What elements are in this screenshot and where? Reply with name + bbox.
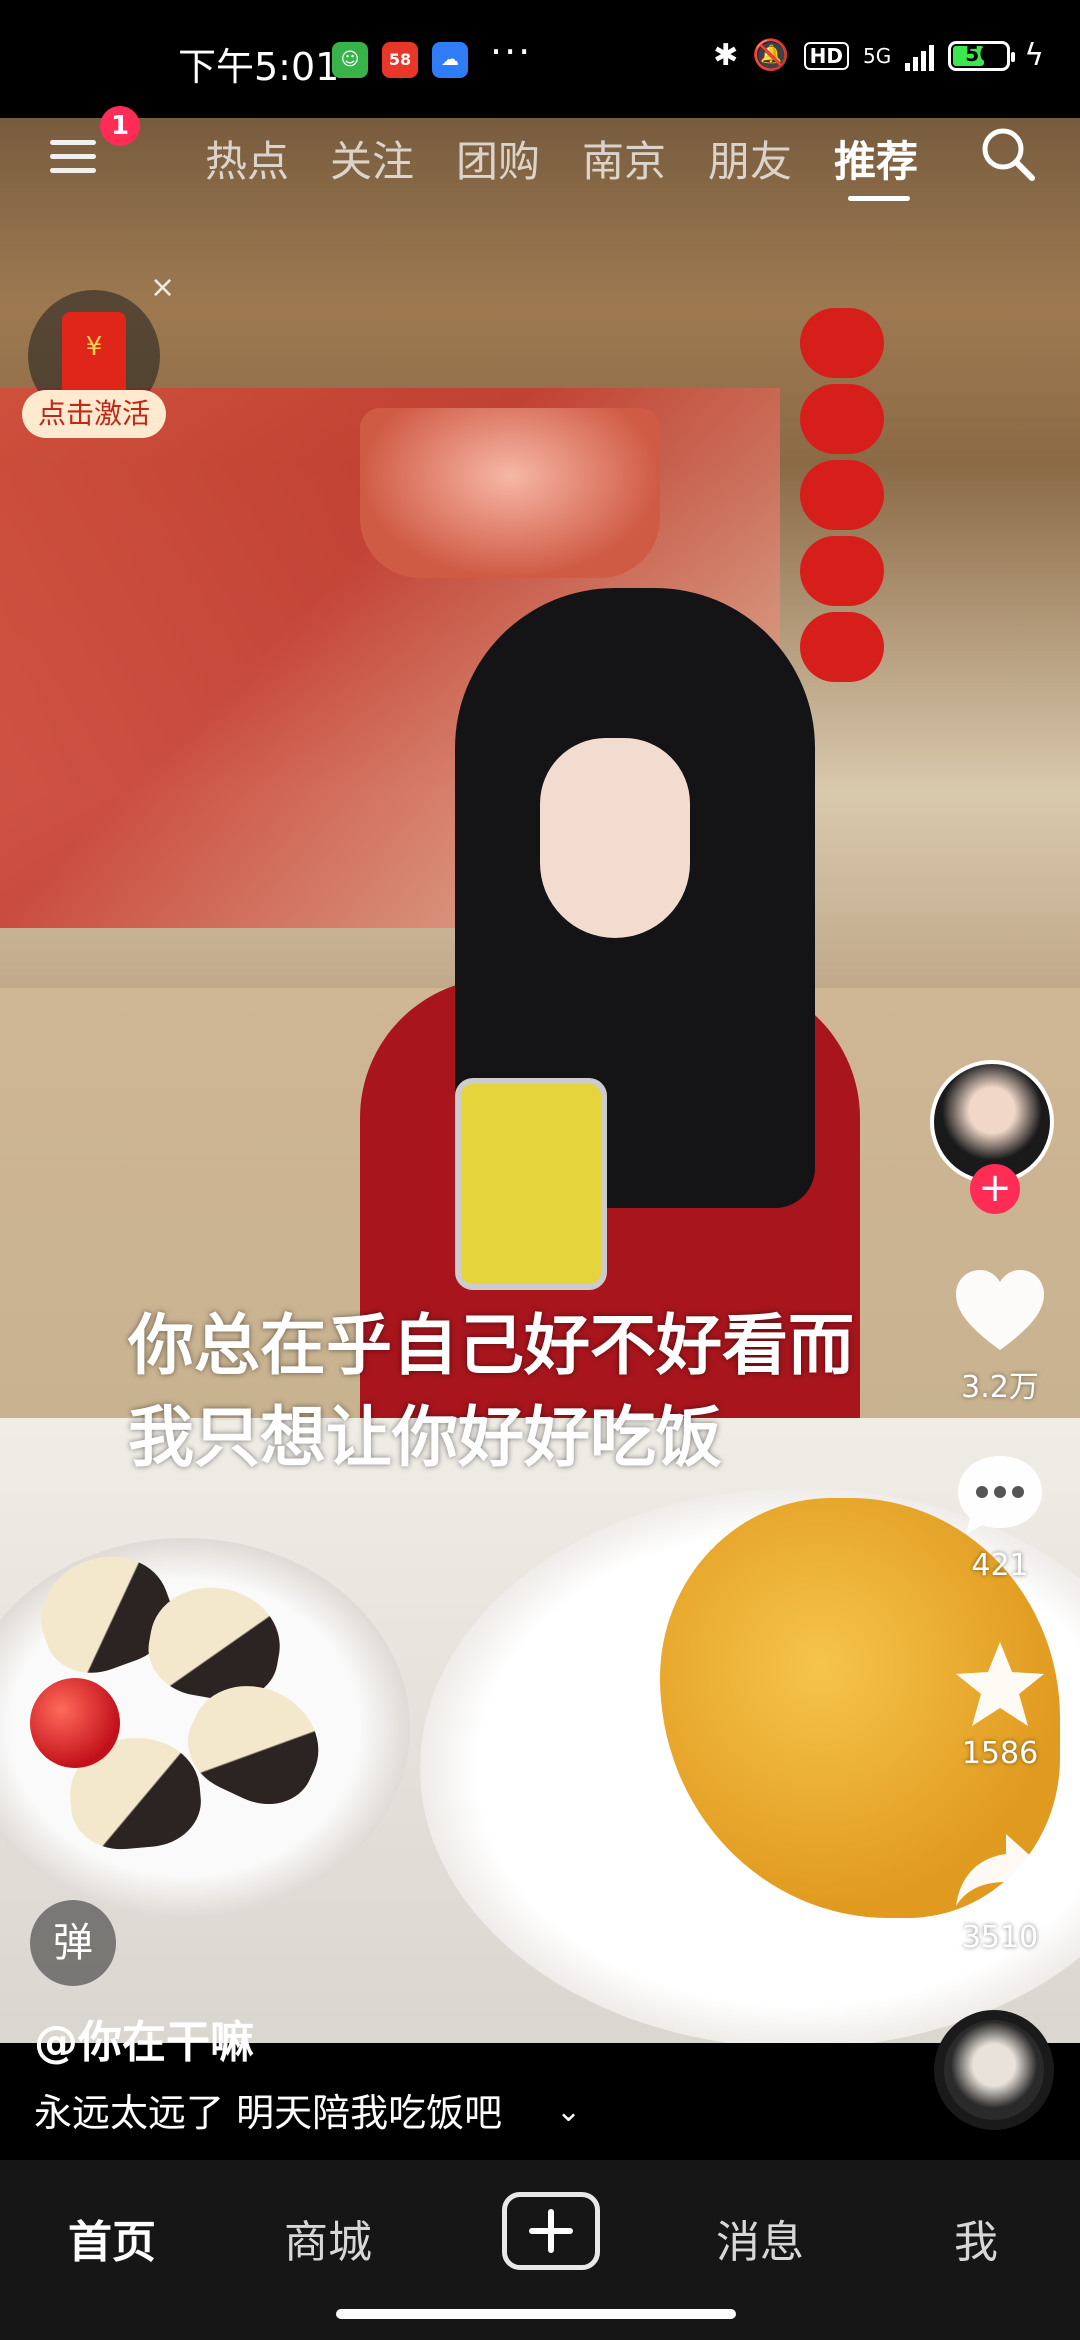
video-caption: 你总在乎自己好不好看而 我只想让你好好吃饭 xyxy=(128,1300,854,1484)
bluetooth-icon: ✱ xyxy=(713,38,739,73)
tab-messages[interactable]: 消息 xyxy=(716,2206,804,2270)
battery-icon: 56 xyxy=(948,40,1016,71)
like-heart-icon[interactable] xyxy=(950,1262,1050,1362)
home-indicator xyxy=(336,2309,736,2319)
music-disc-avatar[interactable] xyxy=(934,2010,1054,2130)
red-envelope-icon xyxy=(62,312,126,398)
favorite-star-icon[interactable] xyxy=(950,1636,1050,1736)
cloud-app-icon: ☁ xyxy=(432,42,468,78)
background-lanterns xyxy=(800,308,884,728)
tab-following[interactable]: 关注 xyxy=(330,128,414,189)
wechat-app-icon: ☺ xyxy=(332,42,368,78)
background-lamp xyxy=(360,408,660,578)
share-count: 3510 xyxy=(961,1920,1039,1955)
share-arrow-icon[interactable] xyxy=(950,1820,1050,1920)
tab-group-buy[interactable]: 团购 xyxy=(456,128,540,189)
charging-icon: ϟ xyxy=(1024,38,1044,73)
battery-level: 56 xyxy=(965,41,994,66)
promo-label[interactable]: 点击激活 xyxy=(22,390,166,438)
author-name[interactable]: @你在干嘛 xyxy=(34,2006,254,2070)
person-face xyxy=(540,738,690,938)
create-plus-icon[interactable] xyxy=(502,2192,600,2270)
tab-home[interactable]: 首页 xyxy=(68,2206,156,2270)
58-app-icon: 58 xyxy=(382,42,418,78)
hd-badge: HD xyxy=(803,41,849,70)
signal-icon xyxy=(905,41,935,71)
tab-nanjing[interactable]: 南京 xyxy=(582,128,666,189)
comment-icon[interactable] xyxy=(950,1446,1050,1546)
tab-mall[interactable]: 商城 xyxy=(284,2206,372,2270)
phone-in-hand xyxy=(455,1078,607,1290)
follow-button[interactable]: + xyxy=(970,1164,1020,1214)
status-bar: 下午5:01 ☺ 58 ☁ ··· ✱ 🔕 HD 5G 56 ϟ xyxy=(0,0,1080,118)
promo-close-icon[interactable]: × xyxy=(150,270,175,305)
status-right: ✱ 🔕 HD 5G 56 ϟ xyxy=(713,38,1044,73)
tab-friends[interactable]: 朋友 xyxy=(708,128,792,189)
comment-count: 421 xyxy=(971,1548,1029,1583)
tab-me[interactable]: 我 xyxy=(954,2206,998,2270)
tab-hot[interactable]: 热点 xyxy=(205,128,289,189)
danmu-toggle-button[interactable]: 弹 xyxy=(30,1900,116,1986)
network-type: 5G xyxy=(862,43,892,68)
favorite-count: 1586 xyxy=(961,1736,1039,1771)
status-time: 下午5:01 xyxy=(178,45,340,89)
menu-icon[interactable] xyxy=(50,140,96,174)
cherry xyxy=(30,1678,120,1768)
active-tab-indicator xyxy=(848,196,910,201)
post-description[interactable]: 永远太远了 明天陪我吃饭吧 xyxy=(34,2082,502,2137)
chevron-down-icon[interactable]: ⌄ xyxy=(556,2094,581,2129)
like-count: 3.2万 xyxy=(961,1370,1039,1405)
menu-badge: 1 xyxy=(100,106,140,146)
more-notifications-icon: ··· xyxy=(490,30,533,74)
caption-line-1: 你总在乎自己好不好看而 xyxy=(128,1307,854,1384)
tab-recommended[interactable]: 推荐 xyxy=(834,128,918,189)
search-icon[interactable] xyxy=(978,124,1038,184)
mute-bell-icon: 🔕 xyxy=(752,38,790,73)
caption-line-2: 我只想让你好好吃饭 xyxy=(128,1399,722,1476)
